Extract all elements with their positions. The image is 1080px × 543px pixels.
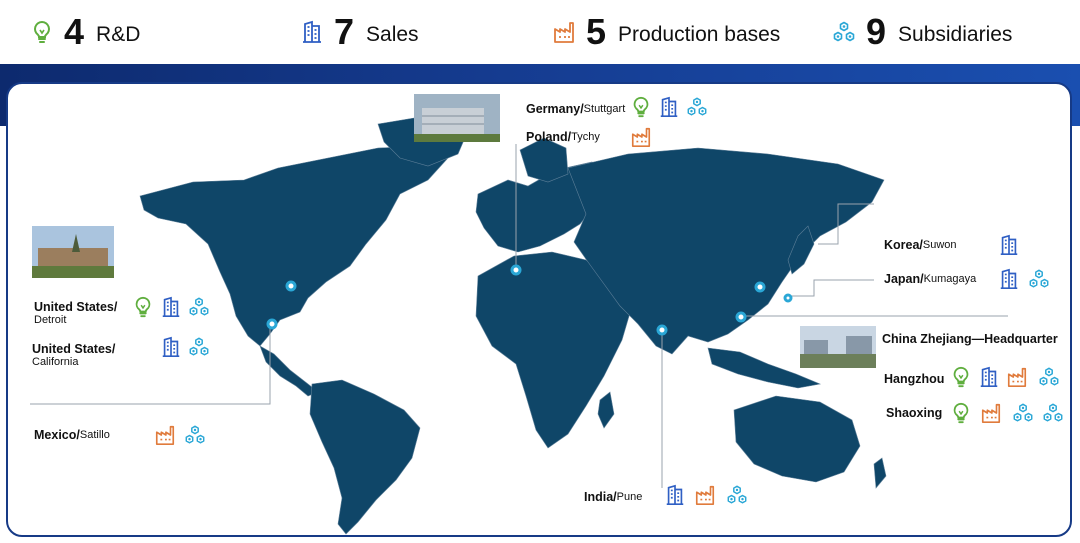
city-name: Kumagaya [923,273,977,285]
subsidiary-network-icon [1012,402,1034,424]
label-japan: Japan/ Kumagaya [884,272,976,286]
office-building-icon [300,20,324,44]
label-germany: Germany/ Stuttgart [526,102,625,116]
label-hangzhou: Hangzhou [884,372,944,386]
subsidiary-network-icon [188,336,210,358]
lightbulb-icon [950,366,972,388]
office-building-icon [978,366,1000,388]
lightbulb-icon [630,96,652,118]
subsidiary-network-icon [832,20,856,44]
country-name: United States/ [34,300,118,314]
marker-germany [510,264,522,276]
city-name: Shaoxing [886,406,943,420]
factory-icon [1006,366,1028,388]
country-name: Poland/ [526,130,572,144]
stat-label: R&D [96,23,141,46]
stat-subsidiaries: 9 Subsidiaries [832,8,1012,56]
subsidiary-network-icon [1038,366,1060,388]
city-name: Hangzhou [884,372,945,386]
city-name: California [32,356,79,368]
lightbulb-icon [950,402,972,424]
label-mexico: Mexico/ Satillo [34,428,110,442]
country-name: China Zhejiang—Headquarter [882,332,1058,346]
country-name: Japan/ [884,272,924,286]
stat-label: Subsidiaries [898,23,1013,46]
stats-bar: 4 R&D 7 Sales 5 Production bases 9 Subsi… [0,0,1080,64]
office-building-icon [160,336,182,358]
scandinavia [519,137,569,183]
factory-icon [630,126,652,148]
central-america [259,345,319,397]
north-america [139,145,449,347]
subsidiary-network-icon [1028,268,1050,290]
madagascar [597,391,615,429]
country-name: Korea/ [884,238,923,252]
marker-hangzhou [735,311,747,323]
factory-icon [552,20,576,44]
stat-number: 9 [866,11,887,52]
city-name: Satillo [79,429,110,441]
marker-japan [783,293,793,303]
stat-sales: 7 Sales [300,8,419,56]
label-poland: Poland/ Tychy [526,130,600,144]
subsidiary-network-icon [686,96,708,118]
germany-office-photo [414,94,500,142]
stat-number: 7 [334,11,355,52]
stat-number: 4 [64,11,85,52]
subsidiary-network-icon [188,296,210,318]
office-building-icon [998,234,1020,256]
marker-india [656,324,668,336]
city-name: Tychy [571,131,600,143]
label-china-headquarter: China Zhejiang—Headquarter [882,332,1058,346]
label-us-california: United States/ California [32,342,115,368]
stat-rd: 4 R&D [30,8,140,56]
china-headquarter-photo [800,326,876,368]
label-shaoxing: Shaoxing [886,406,942,420]
world-map-panel: Germany/ Stuttgart Poland/ Tychy Korea/ … [6,82,1072,537]
factory-icon [694,484,716,506]
office-building-icon [664,484,686,506]
country-name: India/ [584,490,617,504]
office-building-icon [998,268,1020,290]
lightbulb-icon [30,20,54,44]
country-name: Mexico/ [34,428,80,442]
country-name: United States/ [32,342,116,356]
detroit-office-photo [32,226,114,278]
city-name: Stuttgart [583,103,626,115]
stat-number: 5 [586,11,607,52]
south-america [309,379,421,535]
stat-label: Production bases [618,23,781,46]
australia [733,395,861,483]
office-building-icon [160,296,182,318]
new-zealand [873,457,887,489]
factory-icon [154,424,176,446]
factory-icon [980,402,1002,424]
office-building-icon [658,96,680,118]
city-name: Pune [616,491,643,503]
city-name: Detroit [34,314,67,326]
subsidiary-network-icon [1042,402,1064,424]
city-name: Suwon [922,239,957,251]
country-name: Germany/ [526,102,584,116]
label-india: India/ Pune [584,490,642,504]
marker-detroit [285,280,297,292]
stat-label: Sales [366,23,419,46]
marker-korea [754,281,766,293]
label-us-detroit: United States/ Detroit [34,300,117,326]
label-korea: Korea/ Suwon [884,238,957,252]
stat-production: 5 Production bases [552,8,780,56]
lightbulb-icon [132,296,154,318]
subsidiary-network-icon [726,484,748,506]
subsidiary-network-icon [184,424,206,446]
marker-mexico [266,318,278,330]
